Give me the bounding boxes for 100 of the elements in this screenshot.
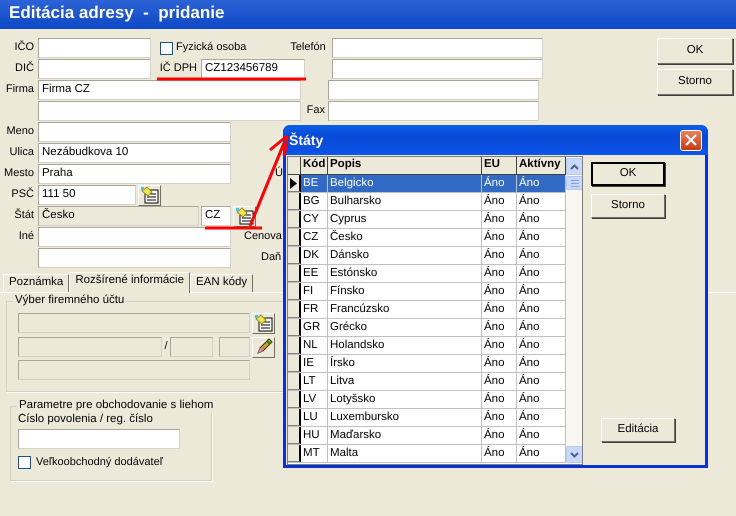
row-header-cell[interactable] [288, 211, 301, 228]
input-field[interactable] [38, 122, 231, 142]
table-cell: IE [301, 355, 328, 372]
column-header[interactable]: Kód [301, 157, 328, 175]
row-header-cell[interactable] [288, 373, 301, 390]
lookup-button[interactable] [138, 184, 161, 206]
grid-row[interactable]: HU Maďarsko Áno Áno [288, 427, 566, 445]
input-field[interactable] [332, 38, 543, 58]
scroll-up-button[interactable] [566, 158, 582, 175]
table-cell: HU [301, 427, 328, 444]
scroll-thumb[interactable] [566, 176, 582, 190]
grid-row[interactable]: LU Luxembursko Áno Áno [288, 409, 566, 427]
table-cell: Áno [482, 409, 517, 426]
column-header[interactable]: Aktívny [517, 157, 566, 175]
input-field[interactable]: Česko [38, 206, 199, 226]
scrollbar[interactable] [566, 157, 582, 464]
row-header-cell[interactable] [288, 301, 301, 318]
scroll-down-button[interactable] [566, 446, 582, 463]
input-field[interactable] [18, 337, 162, 357]
close-button[interactable] [680, 130, 702, 150]
row-header-cell[interactable] [288, 229, 301, 246]
table-cell: BG [301, 193, 328, 210]
lookup-button[interactable] [233, 206, 256, 226]
row-header-cell[interactable] [288, 355, 301, 372]
grid-row[interactable]: FI Fínsko Áno Áno [288, 283, 566, 301]
grid-row[interactable]: IE Írsko Áno Áno [288, 355, 566, 373]
input-field[interactable] [38, 38, 151, 58]
input-field[interactable]: Firma CZ [38, 80, 301, 100]
input-field[interactable]: CZ [201, 206, 231, 226]
grid-row[interactable]: MT Malta Áno Áno [288, 445, 566, 463]
grid-row[interactable]: LV Lotyšsko Áno Áno [288, 391, 566, 409]
dialog-button[interactable]: OK [591, 162, 665, 186]
grid-row[interactable]: BG Bulharsko Áno Áno [288, 193, 566, 211]
field-label: DIČ [14, 62, 35, 76]
row-header-cell[interactable] [288, 409, 301, 426]
table-cell: Francúzsko [328, 301, 482, 318]
row-header-cell[interactable] [288, 391, 301, 408]
input-field[interactable] [38, 101, 301, 121]
row-header-cell[interactable] [288, 175, 301, 192]
lookup-button[interactable] [252, 336, 275, 358]
table-cell: Áno [482, 355, 517, 372]
table-cell: LT [301, 373, 328, 390]
grid-row[interactable]: GR Grécko Áno Áno [288, 319, 566, 337]
input-field[interactable]: 111 50 [38, 185, 136, 205]
grid-row[interactable]: CY Cyprus Áno Áno [288, 211, 566, 229]
row-header-cell[interactable] [288, 319, 301, 336]
input-field[interactable] [332, 59, 543, 79]
checkbox[interactable] [160, 42, 173, 54]
checkbox[interactable] [18, 456, 31, 470]
input-field[interactable]: CZ123456789 [201, 59, 305, 79]
input-field[interactable] [18, 313, 250, 333]
table-cell: Litva [328, 373, 482, 390]
field-label: PSČ [10, 188, 35, 202]
row-header-cell[interactable] [288, 445, 301, 462]
dialog-button[interactable]: Storno [657, 69, 733, 95]
column-header[interactable]: EU [482, 157, 517, 175]
table-cell: CY [301, 211, 328, 228]
row-header-cell[interactable] [288, 247, 301, 264]
lookup-button[interactable] [252, 312, 275, 334]
table-cell: Áno [482, 247, 517, 264]
input-field[interactable]: Praha [38, 164, 231, 184]
input-field[interactable] [18, 360, 250, 380]
row-header-cell[interactable] [288, 337, 301, 354]
tab[interactable]: Poznámka [3, 274, 70, 292]
grid-row[interactable]: BE Belgicko Áno Áno [288, 175, 566, 193]
table-cell: LU [301, 409, 328, 426]
input-field[interactable] [328, 80, 539, 100]
grid-row[interactable]: EE Estónsko Áno Áno [288, 265, 566, 283]
dialog-button[interactable]: Storno [591, 194, 665, 218]
input-field[interactable]: Nezábudkova 10 [38, 143, 231, 163]
input-field[interactable] [38, 248, 231, 268]
field-label: Ulica [8, 146, 35, 160]
row-header-cell[interactable] [288, 265, 301, 282]
edit-button[interactable]: Editácia [601, 418, 675, 442]
input-field[interactable] [219, 337, 250, 357]
input-field[interactable] [18, 428, 180, 449]
field-label: IČ DPH [158, 62, 197, 76]
grid-row[interactable]: DK Dánsko Áno Áno [288, 247, 566, 265]
grid-row[interactable]: FR Francúzsko Áno Áno [288, 301, 566, 319]
row-header-cell[interactable] [288, 283, 301, 300]
input-field[interactable] [328, 101, 539, 121]
input-field[interactable] [38, 227, 231, 247]
tab[interactable]: EAN kódy [190, 274, 254, 292]
input-field[interactable] [170, 337, 213, 357]
table-cell: Áno [482, 427, 517, 444]
table-cell: Malta [328, 445, 482, 462]
dialog-button[interactable]: OK [657, 38, 733, 64]
row-header-cell[interactable] [288, 193, 301, 210]
input-field[interactable] [38, 59, 151, 79]
table-cell: Írsko [328, 355, 482, 372]
table-cell: MT [301, 445, 328, 462]
tab[interactable]: Rozšírené informácie [69, 272, 190, 293]
row-header-cell[interactable] [288, 427, 301, 444]
column-header[interactable]: Popis [328, 157, 482, 175]
table-cell: FI [301, 283, 328, 300]
grid-row[interactable]: LT Litva Áno Áno [288, 373, 566, 391]
table-cell: Áno [482, 265, 517, 282]
grid-row[interactable]: NL Holandsko Áno Áno [288, 337, 566, 355]
grid-row[interactable]: CZ Česko Áno Áno [288, 229, 566, 247]
field-label: Číslo povolenia / reg. číslo [18, 413, 153, 427]
